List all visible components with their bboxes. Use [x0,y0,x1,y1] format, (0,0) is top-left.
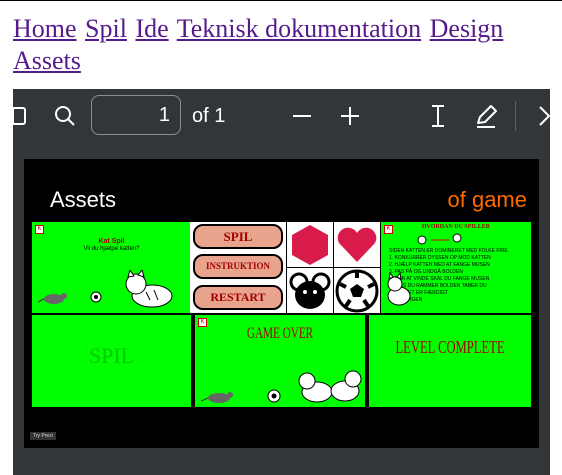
page-count: of 1 [192,105,226,127]
spil-button-asset: SPIL [193,224,283,249]
assets-slide: Assets of game K Kat Spil Vil du hjælpe … [24,159,539,448]
cat-icon [125,270,173,308]
annotate-pen-icon[interactable] [471,101,501,131]
instruction-line: 2. HJÆLP KATTEN MED AT FANGE MUSEN [389,262,490,268]
nav-link-spil[interactable]: Spil [85,14,127,43]
spil-screen-panel: SPIL [32,315,191,407]
nav-link-design[interactable]: Design [430,14,504,43]
nav-link-assets[interactable]: Assets [13,46,81,75]
start-screen-panel: K Kat Spil Vil du hjælpe katten? [32,222,191,313]
try-prezi-button[interactable]: Try Prezi [30,432,56,440]
nav-link-teknisk-dokumentation[interactable]: Teknisk dokumentation [177,14,421,43]
hexagon-asset [287,222,333,267]
mouse-icon [201,392,233,403]
page-number-input[interactable]: 1 [91,95,181,135]
game-over-label: GAME OVER [246,325,314,342]
level-complete-panel: LEVEL COMPLETE [369,315,531,407]
level-complete-label: LEVEL COMPLETE [395,337,505,357]
ball-icon [267,389,281,403]
zoom-in-icon[interactable] [335,101,365,131]
game-over-panel: K GAME OVER [195,315,365,407]
heart-icon [334,222,380,267]
ball-icon [90,291,102,303]
sidebar-toggle-icon[interactable] [13,101,31,131]
mouse-icon [38,293,67,304]
instruktion-button-asset: INSTRUKTION [193,254,283,279]
mouse-face-icon [287,268,333,313]
k-marker-icon: K [35,225,44,234]
soccer-ball-icon [334,268,380,313]
search-icon[interactable] [50,101,80,131]
cats-icon [298,370,362,403]
text-cursor-icon[interactable] [423,101,453,131]
slide-subtitle: of game [447,187,528,212]
instruction-line: 1. KONKURRER DYSSEN OP MOD KATTEN [389,255,491,261]
spil-screen-label: SPIL [88,343,135,368]
cat-icon [387,272,411,306]
site-navigation: Home Spil Ide Teknisk dokumentation Desi… [13,13,543,77]
zoom-out-icon[interactable] [287,101,317,131]
nav-link-ide[interactable]: Ide [135,14,168,43]
instruction-line: SIDEN KATTEN ER DOMINERET MED FOLKE FRIE [389,248,508,254]
slide-title: Assets [50,187,117,212]
instructions-title: HVORDAN DU SPILLER [421,224,491,230]
top-divider [0,0,562,1]
pdf-toolbar: 1 of 1 [13,89,550,143]
toolbar-separator [515,101,516,131]
instructions-panel: K HVORDAN DU SPILLER SIDEN KATTEN ER DOM… [381,222,531,313]
start-question: Vil du hjælpe katten? [83,246,140,252]
pdf-viewer: 1 of 1 Assets of game K Kat Spil Vil du … [13,89,550,475]
start-title: Kat Spil [98,238,125,245]
restart-button-asset: RESTART [193,285,283,310]
button-assets: SPIL INSTRUKTION RESTART [190,222,286,313]
nav-link-home[interactable]: Home [13,14,77,43]
k-marker-icon: K [198,318,207,327]
chevron-right-icon[interactable] [529,101,550,131]
instruction-figures-icon [417,233,462,245]
